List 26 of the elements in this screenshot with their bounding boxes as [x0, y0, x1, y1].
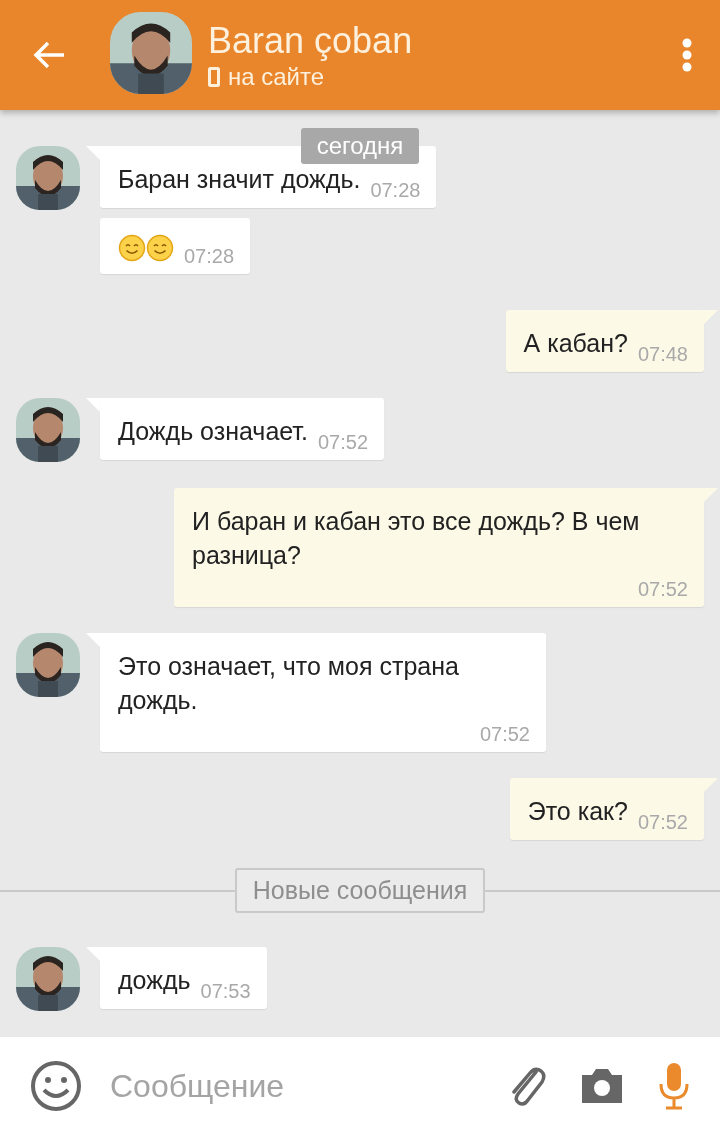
- smiley-emoji-icon: [118, 234, 146, 262]
- message-time: 07:28: [369, 179, 421, 202]
- date-badge: сегодня: [300, 128, 420, 164]
- message-text: Это как?: [527, 796, 628, 827]
- message-time: 07:53: [199, 980, 251, 1003]
- message-text: А кабан?: [523, 328, 628, 359]
- message-text: дождь: [118, 965, 191, 996]
- smiley-emoji-icon: [146, 234, 174, 262]
- message-time: 07:52: [478, 723, 530, 746]
- contact-name: Baran çoban: [208, 19, 414, 63]
- back-arrow-icon: [32, 40, 66, 70]
- message-time: 07:52: [636, 811, 688, 834]
- message-text: Дождь означает.: [118, 416, 308, 447]
- message-text: Это означает, что моя страна дождь.: [118, 651, 460, 716]
- microphone-icon: [658, 1062, 690, 1110]
- more-icon: [682, 38, 692, 72]
- camera-icon: [580, 1067, 624, 1105]
- message-time: 07:52: [317, 431, 369, 454]
- message-time: 07:28: [183, 245, 235, 268]
- phone-icon: [208, 67, 220, 87]
- online-status: на сайте: [228, 63, 325, 91]
- message-text: Баран значит дождь.: [118, 164, 361, 195]
- message-time: 07:52: [636, 578, 688, 601]
- smiley-icon: [30, 1060, 82, 1112]
- message-time: 07:48: [636, 343, 688, 366]
- message-text: И баран и кабан это все дождь? В чем разница?: [192, 506, 641, 571]
